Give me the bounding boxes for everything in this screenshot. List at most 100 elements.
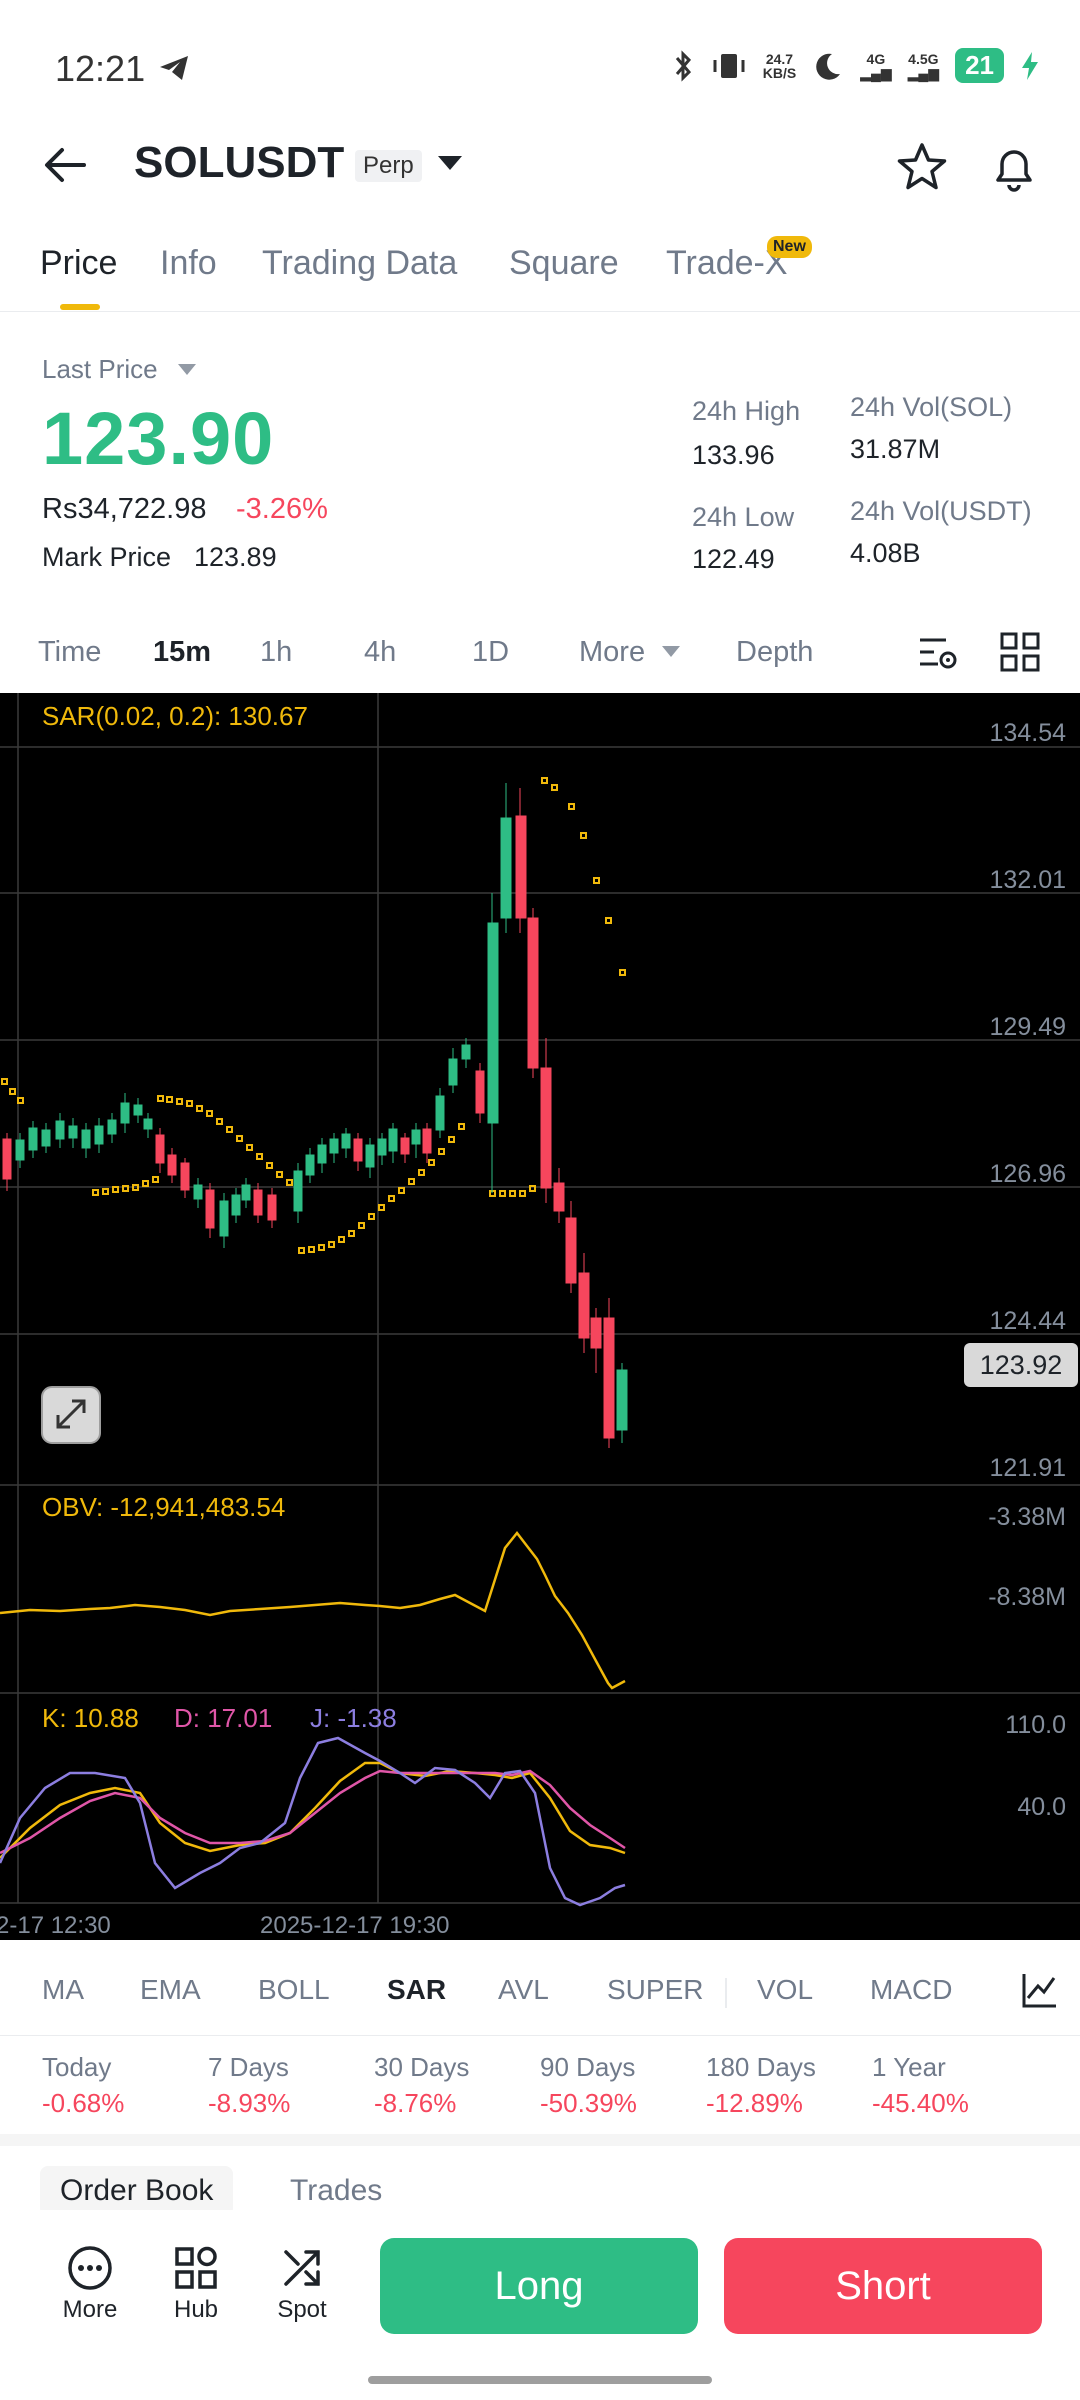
perf-90d-value: -50.39% [540, 2088, 637, 2118]
long-button[interactable]: Long [380, 2238, 698, 2334]
battery-indicator: 21 [955, 48, 1004, 83]
indicator-sar[interactable]: SAR [387, 1974, 446, 2006]
tab-order-book[interactable]: Order Book [40, 2166, 234, 2216]
indicator-boll[interactable]: BOLL [258, 1974, 330, 2006]
nav-spot-label: Spot [277, 2296, 327, 2323]
hub-grid-icon [175, 2246, 217, 2289]
mark-price-value: 123.89 [194, 542, 277, 572]
interval-15m[interactable]: 15m [153, 636, 211, 669]
telegram-icon [160, 56, 188, 80]
obv-axis-label: -8.38M [988, 1583, 1066, 1611]
low-24h-label: 24h Low [692, 502, 795, 532]
perf-1y-label: 1 Year [872, 2052, 946, 2082]
active-tab-indicator [60, 304, 100, 310]
vol-sol-value: 31.87M [850, 434, 941, 464]
bluetooth-icon [675, 49, 691, 82]
time-axis-label: 2025-12-17 19:30 [260, 1912, 450, 1939]
more-dots-icon [68, 2246, 112, 2290]
perf-30d-label: 30 Days [374, 2052, 470, 2082]
perf-7d-label: 7 Days [208, 2052, 289, 2082]
obv-indicator-label: OBV: -12,941,483.54 [42, 1492, 285, 1522]
indicator-bar: MA EMA BOLL SAR AVL SUPER VOL MACD [0, 1940, 1080, 2036]
current-price-tag: 123.92 [980, 1350, 1063, 1380]
nav-more[interactable]: More [40, 2244, 140, 2324]
chart-settings-icon[interactable] [916, 630, 960, 674]
charging-icon [1022, 51, 1038, 80]
kdj-j-line [0, 1736, 626, 1907]
home-indicator[interactable] [368, 2376, 712, 2384]
tab-trading-data[interactable]: Trading Data [262, 244, 457, 283]
perf-90d-label: 90 Days [540, 2052, 636, 2082]
indicator-vol[interactable]: VOL [757, 1974, 813, 2006]
price-axis-label: 129.49 [990, 1013, 1066, 1041]
high-24h-label: 24h High [692, 396, 801, 426]
interval-4h[interactable]: 4h [364, 636, 396, 669]
chart-grid [0, 693, 1080, 1904]
interval-1d[interactable]: 1D [472, 636, 509, 669]
tab-price[interactable]: Price [40, 244, 117, 283]
grid-layout-icon[interactable] [998, 630, 1042, 674]
price-alert-bell-icon[interactable] [986, 140, 1042, 196]
symbol-title[interactable]: SOLUSDT [134, 138, 344, 188]
indicator-ma[interactable]: MA [42, 1974, 84, 2006]
last-price-label[interactable]: Last Price [42, 354, 158, 385]
price-axis-label: 134.54 [990, 719, 1067, 747]
kdj-d-label: D: 17.01 [174, 1703, 272, 1733]
price-axis-label: 121.91 [990, 1454, 1066, 1482]
nav-hub[interactable]: Hub [146, 2244, 246, 2324]
indicator-macd[interactable]: MACD [870, 1974, 952, 2006]
vol-usdt-label: 24h Vol(USDT) [850, 496, 1032, 526]
tab-trades[interactable]: Trades [270, 2166, 402, 2216]
price-axis-label: 124.44 [990, 1307, 1067, 1335]
time-axis-label: 2-17 12:30 [0, 1912, 111, 1939]
mark-price-label: Mark Price [42, 542, 172, 572]
indicator-separator [725, 1978, 727, 2008]
main-tabs: Price Info Trading Data Square Trade-X N… [0, 230, 1080, 312]
perf-7d-value: -8.93% [208, 2088, 291, 2118]
kdj-k-label: K: 10.88 [42, 1703, 139, 1733]
net-speed: 24.7 KB/S [762, 50, 797, 81]
tab-info[interactable]: Info [160, 244, 217, 283]
status-bar: 12:21 24.7 KB/S 4G ▂▄▆ 4.5G ▂▄▆ 21 [0, 0, 1080, 140]
candlestick-chart[interactable]: 134.54 132.01 129.49 126.96 124.44 121.9… [0, 693, 1080, 1940]
network-4-5g: 4.5G ▂▄▆ [907, 50, 940, 81]
perf-180d-label: 180 Days [706, 2052, 816, 2082]
price-axis-label: 126.96 [990, 1160, 1066, 1188]
status-icons: 24.7 KB/S 4G ▂▄▆ 4.5G ▂▄▆ 21 [671, 48, 1040, 83]
candles [2, 783, 628, 1448]
spot-swap-icon [284, 2250, 320, 2286]
network-4g: 4G ▂▄▆ [860, 50, 892, 81]
more-caret-icon[interactable] [662, 646, 680, 657]
perf-180d-value: -12.89% [706, 2088, 803, 2118]
nav-spot[interactable]: Spot [252, 2244, 352, 2324]
indicator-settings-icon[interactable] [1020, 1970, 1060, 2010]
kdj-axis: 110.0 40.0 [1005, 1711, 1066, 1821]
price-change-percent: -3.26% [236, 493, 328, 525]
obv-axis: -3.38M -8.38M [988, 1503, 1066, 1611]
chart-svg[interactable]: 134.54 132.01 129.49 126.96 124.44 121.9… [0, 693, 1080, 1940]
interval-time[interactable]: Time [38, 636, 101, 669]
indicator-super[interactable]: SUPER [607, 1974, 703, 2006]
kdj-k-line [0, 1761, 626, 1859]
last-price-caret-icon[interactable] [178, 364, 196, 375]
vol-sol-label: 24h Vol(SOL) [850, 392, 1013, 422]
short-button[interactable]: Short [724, 2238, 1042, 2334]
symbol-dropdown-caret-icon[interactable] [438, 156, 462, 170]
perf-today-value: -0.68% [42, 2088, 125, 2118]
depth-tab[interactable]: Depth [736, 636, 813, 669]
high-24h-value: 133.96 [692, 440, 775, 470]
indicator-avl[interactable]: AVL [498, 1974, 549, 2006]
moon-icon [816, 53, 841, 80]
indicator-ema[interactable]: EMA [140, 1974, 201, 2006]
interval-1h[interactable]: 1h [260, 636, 292, 669]
tab-square[interactable]: Square [509, 244, 619, 283]
bottom-action-bar: More Hub Spot Long Short [0, 2210, 1080, 2360]
kdj-j-label: J: -1.38 [310, 1703, 397, 1733]
new-badge: New [767, 236, 812, 258]
interval-more[interactable]: More [579, 636, 645, 669]
price-axis-label: 132.01 [990, 866, 1066, 894]
favorite-star-icon[interactable] [894, 140, 950, 196]
back-arrow-icon[interactable] [40, 140, 90, 190]
header: SOLUSDT Perp [0, 120, 1080, 210]
obv-axis-label: -3.38M [988, 1503, 1066, 1531]
